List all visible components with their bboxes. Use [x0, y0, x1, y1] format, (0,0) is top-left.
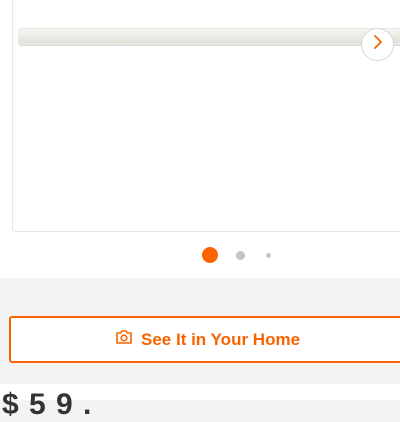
chevron-right-icon — [372, 34, 384, 55]
pagination-dot-active[interactable] — [202, 247, 218, 263]
product-image — [18, 28, 400, 46]
price-value: $ 5 9 . — [2, 388, 93, 421]
next-image-button[interactable] — [361, 28, 394, 61]
camera-icon — [115, 329, 133, 350]
gallery-section — [0, 0, 400, 278]
see-it-in-your-home-button[interactable]: See It in Your Home — [9, 316, 400, 363]
carousel-pagination — [0, 245, 400, 265]
pagination-dot[interactable] — [266, 253, 271, 258]
pagination-dot[interactable] — [236, 251, 245, 260]
see-it-in-your-home-label: See It in Your Home — [141, 329, 301, 349]
